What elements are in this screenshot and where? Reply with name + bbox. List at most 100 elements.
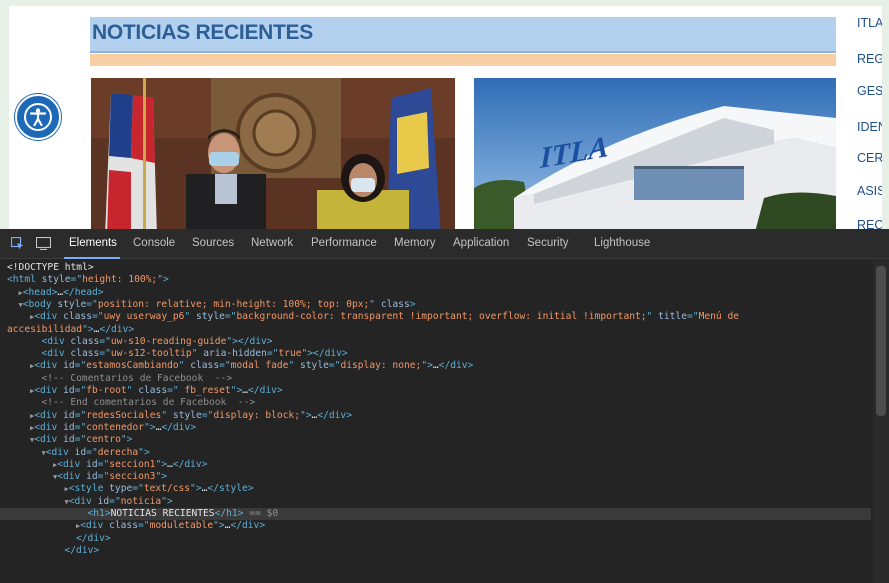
side-menu-item[interactable]: CERT <box>857 151 882 165</box>
dom-token: <div <box>34 421 64 433</box>
dom-token: id <box>63 421 75 433</box>
device-toolbar-icon[interactable] <box>36 237 51 250</box>
dom-node-line[interactable]: <!-- End comentarios de Facebook --> <box>0 397 871 409</box>
dom-token: id <box>63 385 75 396</box>
dom-token: id <box>86 471 98 483</box>
dom-token: <div <box>68 495 98 507</box>
dom-node-line[interactable]: ▼<div id="derecha"> <box>0 447 871 459</box>
dom-node-line[interactable]: </div> <box>0 533 871 545</box>
dom-node-selected[interactable]: <h1>NOTICIAS RECIENTES</h1> == $0 <box>0 508 871 521</box>
tab-elements[interactable]: Elements <box>69 237 117 249</box>
dom-node-line[interactable]: <div class="uw-s12-tooltip" aria-hidden=… <box>0 348 871 360</box>
dom-token: centro <box>86 434 121 446</box>
dom-node-line[interactable]: ▼<div id="noticia"> <box>0 496 871 508</box>
dom-token: <!-- Comentarios de Facebook --> <box>41 372 233 384</box>
dom-node-line[interactable]: </div> <box>0 545 871 557</box>
dom-token: " <box>178 360 191 372</box>
dom-token: class <box>138 385 168 396</box>
dom-token: seccion1 <box>109 458 156 470</box>
side-menu-item[interactable]: GES <box>857 84 882 98</box>
dom-token: class <box>190 360 220 372</box>
dom-node-line[interactable]: ▶<div id="estamosCambiando" class="modal… <box>0 360 871 372</box>
tab-lighthouse[interactable]: Lighthouse <box>594 237 650 249</box>
dom-node-line[interactable]: <div class="uw-s10-reading-guide"></div> <box>0 336 871 348</box>
dom-node-line[interactable]: ▼<div id="seccion3"> <box>0 471 871 483</box>
dom-node-line[interactable]: ▼<div id="centro"> <box>0 434 871 446</box>
tab-memory[interactable]: Memory <box>394 237 436 249</box>
dom-token: <head> <box>22 286 58 298</box>
tab-application[interactable]: Application <box>453 237 509 249</box>
dom-token: id <box>74 446 87 458</box>
dom-token: </div> <box>248 385 283 396</box>
dom-token: "> <box>161 495 173 507</box>
dom-token: "> <box>213 520 225 532</box>
dom-token: class <box>380 298 410 310</box>
dom-token: " <box>161 409 173 421</box>
dom-token: =" <box>219 360 231 372</box>
dom-token: display: none; <box>340 360 422 372</box>
dom-token: display: block; <box>213 409 300 421</box>
dom-token: =" <box>328 360 341 372</box>
side-menu-item[interactable]: ITLA <box>857 16 882 30</box>
dom-node-line[interactable]: ▶<style type="text/css">…</style> <box>0 483 871 495</box>
tab-console[interactable]: Console <box>133 237 175 249</box>
dom-node-line[interactable]: accesibilidad">…</div> <box>0 324 871 336</box>
dom-node-line[interactable]: ▶<div id="contenedor">…</div> <box>0 422 871 434</box>
dom-token: accesibilidad <box>7 323 83 335</box>
dom-token: =" <box>138 520 150 532</box>
dom-node-line[interactable]: ▶<div class="uwy userway_p6" style="back… <box>0 311 871 323</box>
side-menu-item[interactable]: IDEN <box>857 120 882 134</box>
dom-tree-scrollbar[interactable] <box>873 260 889 583</box>
dom-node-line[interactable]: ▼<body style="position: relative; min-he… <box>0 299 871 311</box>
dom-node-line[interactable]: ▶<div id="fb-root" class=" fb_reset">…</… <box>0 385 871 397</box>
news-photo-meeting[interactable] <box>91 78 455 229</box>
dom-token: seccion3 <box>109 471 156 483</box>
dom-token: =" <box>86 298 98 310</box>
dom-node-line[interactable]: ▶<div id="seccion1">…</div> <box>0 459 871 471</box>
dom-token: Menú de <box>698 311 739 323</box>
dom-token: background-color: transparent !important… <box>236 311 647 323</box>
dom-token: </div> <box>99 323 135 335</box>
dom-token: NOTICIAS RECIENTES <box>110 508 215 519</box>
accessibility-menu-button[interactable] <box>15 94 61 140</box>
side-menu: ITLA REG GES IDEN CERT ASIS REC <box>857 6 882 229</box>
dom-token: "> <box>144 421 156 433</box>
dom-node-line[interactable]: <!DOCTYPE html> <box>0 262 871 274</box>
dom-token: id <box>86 458 98 470</box>
side-menu-item[interactable]: REC <box>857 218 882 229</box>
dom-node-line[interactable]: <html style="height: 100%;"> <box>0 274 871 286</box>
dom-token: aria-hidden <box>203 348 267 360</box>
dom-token: </div> <box>64 544 100 556</box>
dom-token: "> <box>421 360 433 372</box>
dom-token: <style <box>68 483 110 495</box>
dom-token: </div> <box>161 421 196 433</box>
dom-node-line[interactable]: ▶<div id="redesSociales" style="display:… <box>0 410 871 422</box>
itla-building-image <box>474 78 836 229</box>
dom-token: "> <box>82 323 94 335</box>
dom-token: =" <box>99 348 111 360</box>
dom-token: =" <box>86 446 98 458</box>
dom-token: "> <box>299 409 312 421</box>
dom-node-line[interactable]: ▶<head>…</head> <box>0 287 871 299</box>
dom-token: <div <box>57 458 87 470</box>
dom-token: text/css <box>143 483 191 495</box>
dom-token: estamosCambiando <box>86 360 179 372</box>
dom-token: =" <box>99 335 111 347</box>
tab-network[interactable]: Network <box>251 237 293 249</box>
side-menu-item[interactable]: REG <box>857 52 882 66</box>
dom-token: </div> <box>76 532 111 544</box>
dom-node-line[interactable]: ▶<div class="moduletable">…</div> <box>0 520 871 532</box>
dom-node-line[interactable]: <!-- Comentarios de Facebook --> <box>0 373 871 385</box>
side-menu-item[interactable]: ASIS <box>857 184 882 198</box>
tab-security[interactable]: Security <box>527 237 569 249</box>
dom-token: <h1> <box>87 508 111 519</box>
tab-performance[interactable]: Performance <box>311 237 377 249</box>
inspect-element-icon[interactable] <box>11 237 24 250</box>
scrollbar-thumb[interactable] <box>876 266 886 416</box>
dom-token: =" <box>97 471 110 483</box>
dom-token: <!DOCTYPE html> <box>7 262 94 273</box>
dom-token: <!-- End comentarios de Facebook --> <box>41 397 256 409</box>
news-photo-itla-building[interactable]: ITLA <box>474 78 836 229</box>
dom-token: > <box>409 298 416 310</box>
tab-sources[interactable]: Sources <box>192 237 234 249</box>
